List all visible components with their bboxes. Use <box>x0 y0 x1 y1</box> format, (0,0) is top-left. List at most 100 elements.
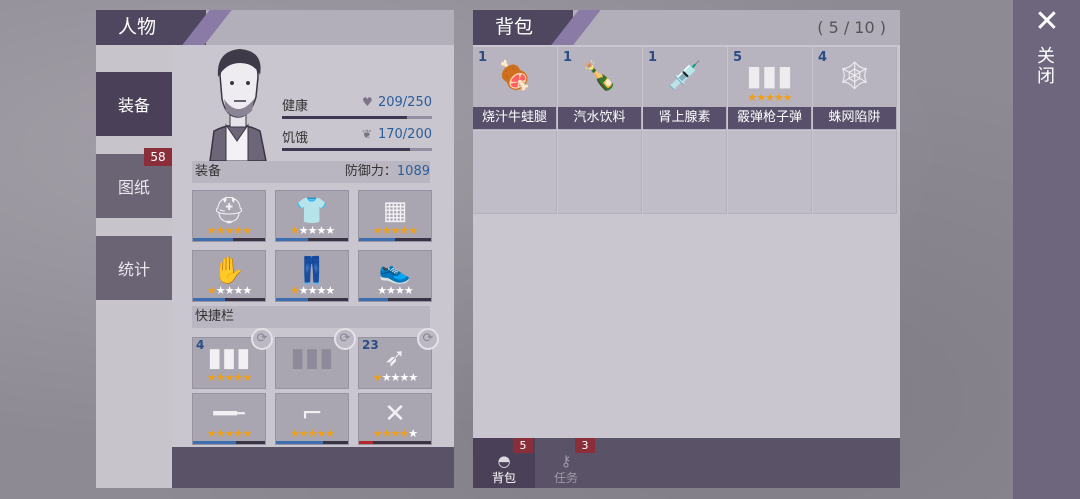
stomach-icon: ❦ <box>362 127 373 141</box>
backpack-tab-badge: 5 <box>513 438 533 453</box>
backpack-capacity: ( 5 / 10 ) <box>817 18 886 37</box>
rarity-stars: ★★★★★ <box>372 224 418 237</box>
durability-fill <box>193 298 226 301</box>
crossbow-icon: ✕ <box>384 399 406 429</box>
pants-icon: 👖 <box>295 256 329 286</box>
item-name: 霰弹枪子弹 <box>728 107 811 129</box>
durability-bar <box>359 441 431 444</box>
close-icon[interactable]: ✕ <box>1033 6 1061 38</box>
tab-quests-label: 任务 <box>553 471 578 485</box>
tab-backpack-label: 背包 <box>491 471 516 485</box>
backpack-empty-slot[interactable] <box>813 131 897 214</box>
durability-fill <box>276 298 309 301</box>
backpack-empty-slot[interactable] <box>643 131 727 214</box>
backpack-footer: ◓ 背包 5 ⚷ 任务 3 <box>473 438 900 488</box>
quickbar-slot[interactable]: ➶ 23 ★★★★★ ⟳ <box>358 328 439 389</box>
character-title: 人物 <box>118 16 157 38</box>
frog-legs-icon: 🍖 <box>497 59 532 92</box>
key-icon: ⚷ <box>560 452 572 470</box>
item-count: 4 <box>196 338 205 352</box>
backpack-item[interactable]: 4 🕸 蛛网陷阱 <box>813 47 897 130</box>
hunger-label: 饥饿 <box>282 131 309 146</box>
soda-bottle-icon: 🍾 <box>582 59 617 92</box>
item-count: 23 <box>362 338 379 352</box>
quickbar-slot[interactable]: ━╾ ★★★★★ <box>192 393 266 445</box>
item-name: 汽水饮料 <box>558 107 641 129</box>
equipment-slot[interactable]: 👕 ★★★★★ <box>275 190 349 242</box>
equipment-slot[interactable]: ✋ ★★★★★ <box>192 250 266 302</box>
quickbar-slot[interactable]: ⌐ ★★★★★ <box>275 393 349 445</box>
tab-equipment[interactable]: 装备 <box>96 72 172 136</box>
character-header: 人物 <box>96 10 454 45</box>
backpack-empty-slot[interactable] <box>473 131 557 214</box>
close-label[interactable]: 关闭 <box>1034 46 1057 86</box>
durability-fill <box>276 441 323 444</box>
rarity-stars: ★★★★★ <box>289 224 335 237</box>
spiderweb-trap-icon: 🕸 <box>836 59 873 92</box>
rarity-stars: ★★★★★ <box>289 427 335 440</box>
defense-value: 1089 <box>396 164 430 179</box>
syringe-icon: 💉 <box>667 59 702 92</box>
durability-fill <box>359 238 395 241</box>
defense-label: 防御力： <box>344 164 397 179</box>
rarity-stars: ★★★★★ <box>206 427 252 440</box>
swap-icon[interactable]: ⟳ <box>251 328 273 350</box>
durability-fill <box>193 238 233 241</box>
health-label: 健康 <box>282 99 309 114</box>
quickbar-slot[interactable]: ▮▮▮ 4 ★★★★★ ⟳ <box>192 328 273 389</box>
backpack-icon: ◓ <box>497 452 511 470</box>
durability-fill <box>359 441 374 444</box>
rarity-stars: ★★★★★ <box>289 284 335 297</box>
durability-bar <box>193 238 265 241</box>
tab-backpack[interactable]: ◓ 背包 5 <box>473 438 535 488</box>
character-footer <box>172 447 454 488</box>
equipment-slot[interactable]: 👖 ★★★★★ <box>275 250 349 302</box>
jacket-icon: 👕 <box>295 196 329 226</box>
equipment-section-title: 装备 防御力：1089 <box>192 161 430 183</box>
helmet-icon: ⛑ <box>212 196 246 226</box>
hunger-bar-fill <box>282 148 410 151</box>
tab-blueprints-label: 图纸 <box>117 178 150 197</box>
hunger-bar <box>282 148 432 151</box>
backpack-item[interactable]: 1 🍖 烧汁牛蛙腿 <box>473 47 557 130</box>
tab-statistics[interactable]: 统计 <box>96 236 172 300</box>
equipment-slot[interactable]: ▦ ★★★★★ <box>358 190 432 242</box>
defense-readout: 防御力：1089 <box>345 161 430 183</box>
backpack-empty-slot[interactable] <box>728 131 812 214</box>
backpack-item[interactable]: 1 🍾 汽水饮料 <box>558 47 642 130</box>
durability-fill <box>193 441 237 444</box>
item-name: 肾上腺素 <box>643 107 726 129</box>
swap-icon[interactable]: ⟳ <box>334 328 356 350</box>
rarity-stars: ★★★★ <box>377 284 413 297</box>
backpack-empty-slot[interactable] <box>558 131 642 214</box>
boots-icon: 👟 <box>378 256 412 286</box>
gloves-icon: ✋ <box>212 256 246 286</box>
rarity-stars: ★★★★★ <box>747 91 792 104</box>
quests-tab-badge: 3 <box>575 438 595 453</box>
shotgun-shells-icon: ▮▮▮ <box>746 59 793 92</box>
quickbar-slot[interactable]: ✕ ★★★★★ <box>358 393 432 445</box>
durability-bar <box>276 238 348 241</box>
health-bar-fill <box>282 116 408 119</box>
durability-fill <box>276 238 309 241</box>
rarity-stars: ★★★★★ <box>206 284 252 297</box>
rarity-stars: ★★★★★ <box>372 427 418 440</box>
swap-icon[interactable]: ⟳ <box>417 328 439 350</box>
equipment-slot[interactable]: ⛑ ★★★★★ <box>192 190 266 242</box>
quickbar-section-title: 快捷栏 <box>192 306 430 328</box>
quickbar-slot[interactable]: ▮▮▮ ⟳ <box>275 328 356 389</box>
quickbar-title: 快捷栏 <box>195 309 235 324</box>
character-panel: 人物 装备 图纸 58 统计 健康 ♥ 209/250 饥饿 ❦ 170/200… <box>96 10 454 488</box>
backpack-item[interactable]: 1 💉 肾上腺素 <box>643 47 727 130</box>
durability-bar <box>193 298 265 301</box>
backpack-item[interactable]: 5 ▮▮▮ ★★★★★ 霰弹枪子弹 <box>728 47 812 130</box>
tab-blueprints[interactable]: 图纸 58 <box>96 148 172 218</box>
equipment-slot[interactable]: 👟 ★★★★ <box>358 250 432 302</box>
tab-statistics-label: 统计 <box>117 260 150 279</box>
rarity-stars: ★★★★★ <box>206 224 252 237</box>
tab-quests[interactable]: ⚷ 任务 3 <box>535 438 597 488</box>
close-rail[interactable]: ✕ 关闭 <box>1013 0 1080 499</box>
tab-equipment-label: 装备 <box>117 96 150 115</box>
heart-icon: ♥ <box>362 95 373 109</box>
blueprints-badge: 58 <box>144 148 172 166</box>
